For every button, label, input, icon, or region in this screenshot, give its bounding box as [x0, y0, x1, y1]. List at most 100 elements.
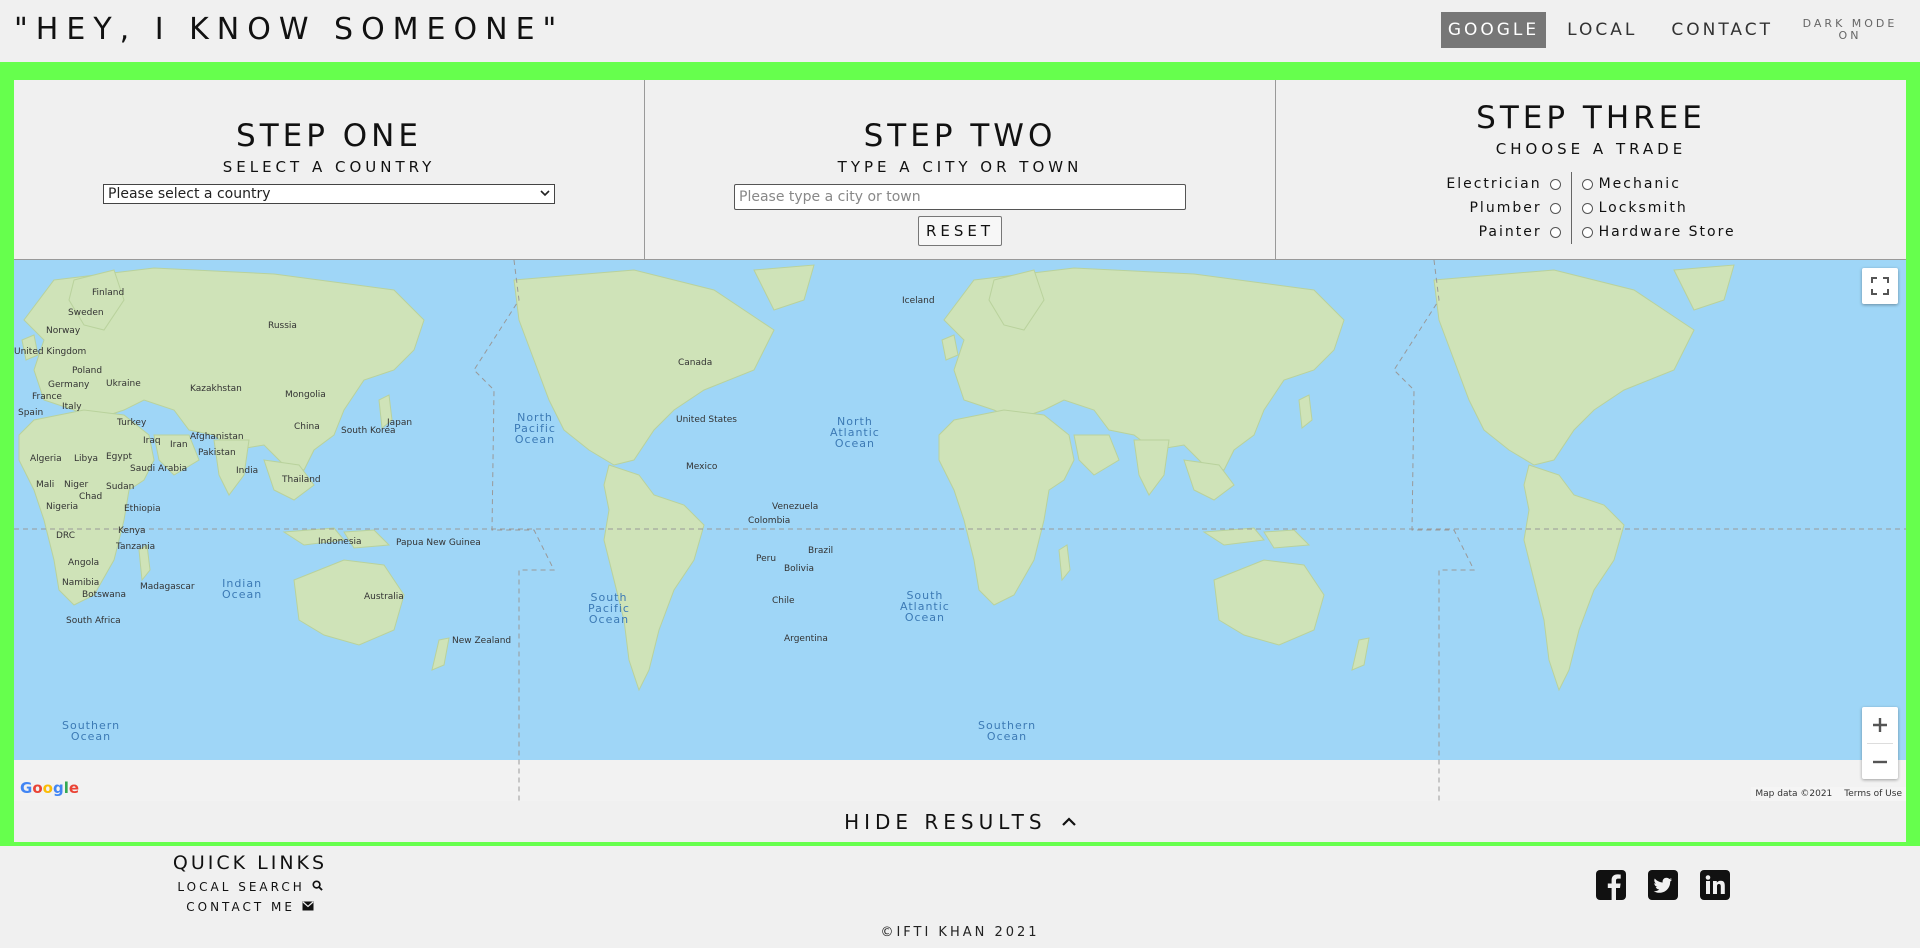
- google-logo[interactable]: Google: [20, 779, 79, 797]
- step-two-subtitle: TYPE A CITY OR TOWN: [837, 158, 1083, 176]
- fullscreen-button[interactable]: [1862, 268, 1898, 304]
- dark-mode-state: ON: [1838, 29, 1862, 42]
- map-label: Tanzania: [116, 542, 156, 552]
- map-label: Mali: [36, 480, 55, 490]
- ocean-label: Southern Ocean: [978, 720, 1036, 742]
- step-three-title: STEP THREE: [1476, 100, 1706, 136]
- hide-results-toggle[interactable]: HIDE RESULTS: [14, 802, 1906, 842]
- step-three-subtitle: CHOOSE A TRADE: [1495, 140, 1687, 158]
- trade-option-painter[interactable]: Painter: [1479, 220, 1561, 244]
- map-label: Afghanistan: [190, 432, 244, 442]
- trade-option-electrician[interactable]: Electrician: [1446, 172, 1561, 196]
- trade-radio[interactable]: [1549, 226, 1561, 238]
- map-label: Canada: [678, 358, 713, 368]
- map-label: Bolivia: [784, 564, 815, 574]
- ocean-label: South Pacific Ocean: [588, 592, 630, 625]
- map-label: United States: [676, 415, 737, 425]
- site-title: "HEY, I KNOW SOMEONE": [14, 12, 565, 47]
- facebook-icon[interactable]: [1596, 870, 1626, 900]
- step-one-subtitle: SELECT A COUNTRY: [222, 158, 436, 176]
- map-label: Iceland: [902, 296, 935, 306]
- trade-options: Electrician Plumber Painter Mechanic Loc…: [1276, 172, 1906, 244]
- dark-mode-toggle[interactable]: DARK MODE ON: [1800, 18, 1900, 42]
- map-label: Nigeria: [46, 502, 79, 512]
- map-label: New Zealand: [452, 636, 512, 646]
- ocean-label: South Atlantic Ocean: [900, 590, 950, 623]
- map-label: Kenya: [118, 526, 146, 536]
- steps-row: STEP ONE SELECT A COUNTRY Please select …: [14, 80, 1906, 260]
- map-label: Namibia: [62, 578, 100, 588]
- ocean-label-line: Ocean: [588, 613, 630, 626]
- copyright: ©IFTI KHAN 2021: [880, 925, 1040, 940]
- nav-local[interactable]: LOCAL: [1560, 12, 1644, 48]
- map-label: Chile: [772, 596, 795, 606]
- trade-option-locksmith[interactable]: Locksmith: [1581, 196, 1688, 220]
- country-select-value: Please select a country: [108, 186, 271, 202]
- main-nav: GOOGLE LOCAL CONTACT DARK MODE ON: [1440, 12, 1920, 48]
- social-links: [1596, 870, 1730, 900]
- map-label: Libya: [74, 454, 99, 464]
- trade-label: Electrician: [1446, 176, 1542, 192]
- map-label: Japan: [387, 418, 413, 428]
- trade-label: Plumber: [1469, 200, 1542, 216]
- city-input[interactable]: Please type a city or town: [734, 184, 1186, 210]
- map-label: Norway: [46, 326, 81, 336]
- ocean-label-line: Ocean: [834, 437, 876, 450]
- map-label: Pakistan: [198, 448, 236, 458]
- trade-label: Painter: [1478, 224, 1542, 240]
- map-label: Iraq: [143, 436, 161, 446]
- local-search-label: LOCAL SEARCH: [177, 880, 305, 894]
- nav-contact[interactable]: CONTACT: [1664, 12, 1780, 48]
- trade-option-hardware-store[interactable]: Hardware Store: [1581, 220, 1736, 244]
- map-label: Italy: [62, 402, 82, 412]
- world-map[interactable]: Finland Sweden Norway Russia United King…: [14, 260, 1906, 801]
- linkedin-icon[interactable]: [1700, 870, 1730, 900]
- trade-label: Hardware Store: [1598, 224, 1736, 240]
- step-one: STEP ONE SELECT A COUNTRY Please select …: [14, 80, 644, 260]
- trade-radio[interactable]: [1549, 202, 1561, 214]
- map-label: Ethiopia: [124, 504, 161, 514]
- trade-label: Locksmith: [1598, 200, 1688, 216]
- map-label: DRC: [56, 531, 76, 541]
- trade-option-plumber[interactable]: Plumber: [1469, 196, 1561, 220]
- twitter-icon[interactable]: [1648, 870, 1678, 900]
- trade-radio[interactable]: [1581, 202, 1593, 214]
- map-attribution: Map data ©2021 Terms of Use: [1751, 787, 1906, 801]
- ocean-label-line: Ocean: [514, 433, 556, 446]
- minus-icon: [1873, 760, 1887, 764]
- trade-option-mechanic[interactable]: Mechanic: [1581, 172, 1681, 196]
- map-label: Australia: [364, 592, 404, 602]
- step-one-title: STEP ONE: [236, 118, 422, 154]
- map-label: Chad: [79, 492, 103, 502]
- country-select[interactable]: Please select a country: [103, 184, 555, 204]
- reset-button[interactable]: RESET: [918, 216, 1002, 246]
- map-label: Madagascar: [140, 582, 195, 592]
- map-label: Kazakhstan: [190, 384, 242, 394]
- search-panel: STEP ONE SELECT A COUNTRY Please select …: [14, 80, 1906, 842]
- step-three: STEP THREE CHOOSE A TRADE Electrician Pl…: [1275, 80, 1906, 260]
- map-label: Ukraine: [106, 379, 141, 389]
- trade-column-left: Electrician Plumber Painter: [1446, 172, 1572, 244]
- fullscreen-icon: [1871, 277, 1889, 295]
- trade-column-right: Mechanic Locksmith Hardware Store: [1572, 172, 1736, 244]
- zoom-in-button[interactable]: [1862, 707, 1898, 743]
- map-label: Germany: [48, 380, 90, 390]
- trade-radio[interactable]: [1581, 226, 1593, 238]
- trade-radio[interactable]: [1549, 178, 1561, 190]
- map-canvas: [14, 260, 1906, 801]
- map-label: Thailand: [282, 475, 321, 485]
- nav-google[interactable]: GOOGLE: [1440, 12, 1547, 48]
- ocean-label-line: Ocean: [904, 611, 946, 624]
- map-label: Botswana: [82, 590, 126, 600]
- terms-of-use-link[interactable]: Terms of Use: [1844, 787, 1902, 801]
- map-label: Brazil: [808, 546, 834, 556]
- map-label: France: [32, 392, 62, 402]
- local-search-link[interactable]: LOCAL SEARCH: [150, 880, 350, 894]
- trade-radio[interactable]: [1581, 178, 1593, 190]
- ocean-label: Southern Ocean: [62, 720, 120, 742]
- contact-me-label: CONTACT ME: [186, 900, 295, 914]
- map-label: India: [236, 466, 259, 476]
- contact-me-link[interactable]: CONTACT ME: [150, 900, 350, 914]
- zoom-out-button[interactable]: [1862, 744, 1898, 780]
- map-label: Iran: [170, 440, 188, 450]
